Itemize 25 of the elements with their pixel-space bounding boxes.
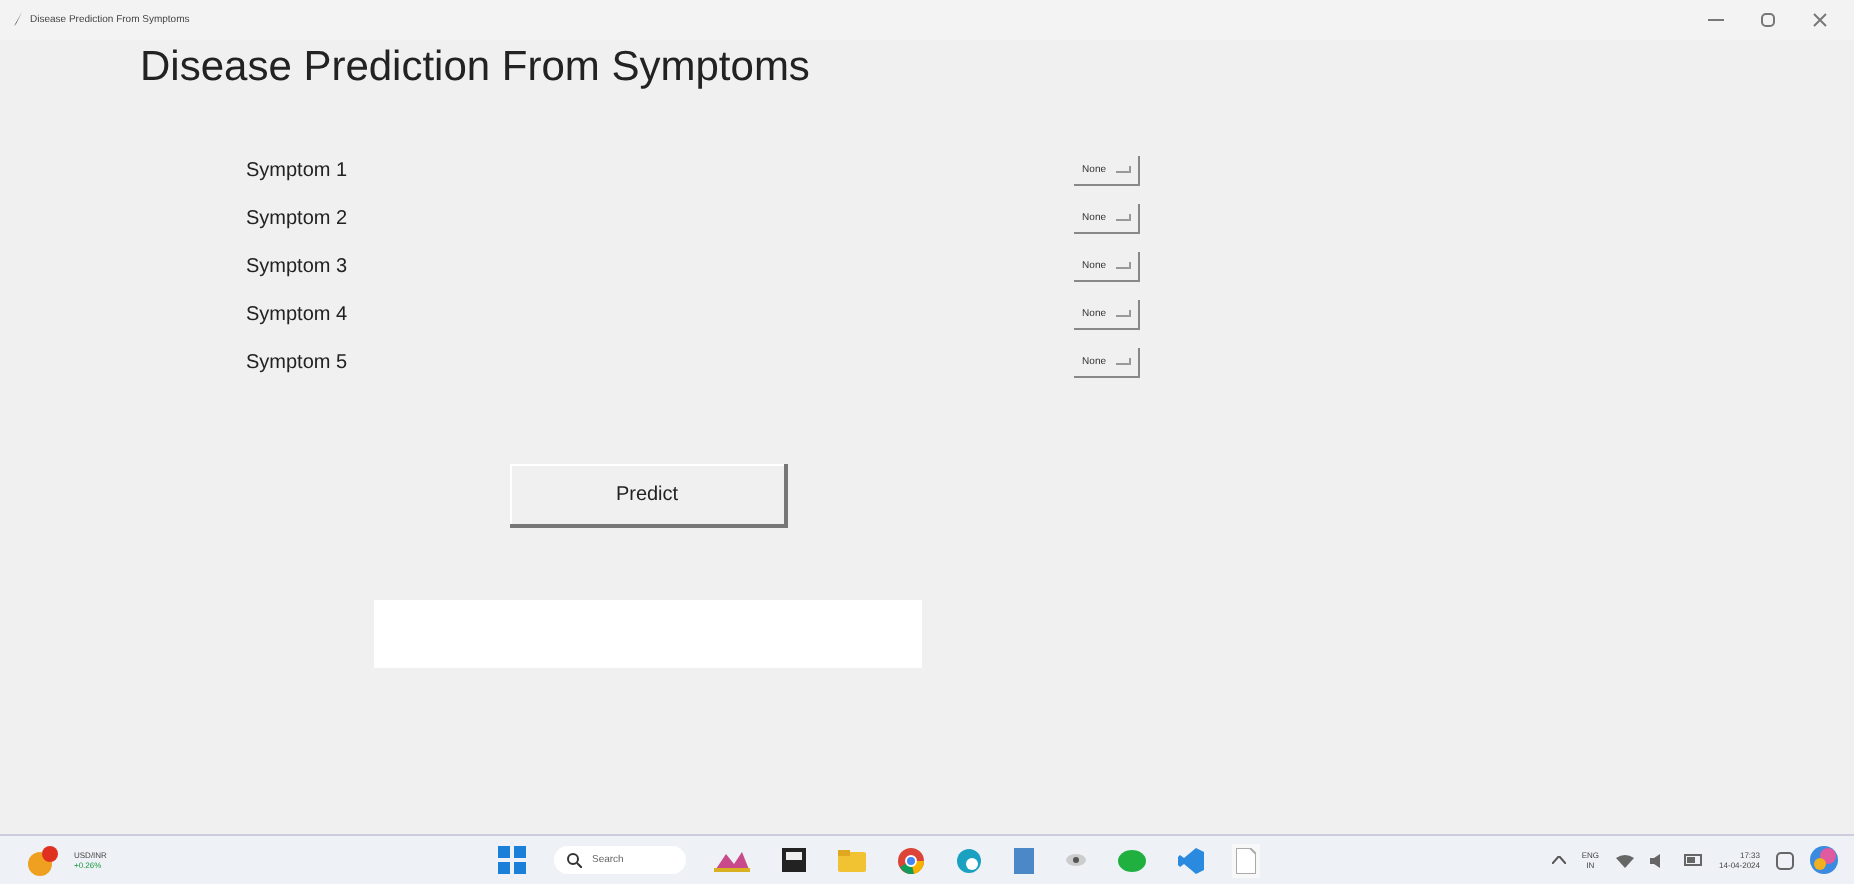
dropdown-icon — [1116, 357, 1132, 365]
maximize-icon[interactable] — [1760, 12, 1776, 28]
search-icon — [566, 852, 582, 868]
chat-icon[interactable] — [1114, 845, 1150, 875]
close-icon[interactable] — [1812, 12, 1828, 28]
eye-icon[interactable] — [1062, 848, 1090, 872]
dropdown-icon — [1116, 261, 1132, 269]
symptom-label: Symptom 3 — [246, 255, 348, 277]
battery-icon[interactable] — [1683, 854, 1704, 866]
start-icon[interactable] — [494, 842, 530, 878]
file-icon[interactable] — [1232, 843, 1260, 877]
predict-button[interactable]: Predict — [510, 464, 788, 528]
dropdown-icon — [1116, 309, 1132, 317]
copilot-icon[interactable] — [1810, 846, 1838, 874]
document-icon[interactable] — [1010, 843, 1038, 877]
notification-icon[interactable] — [1776, 851, 1794, 869]
symptom-label: Symptom 5 — [246, 351, 348, 373]
dropdown-icon — [1116, 213, 1132, 221]
wifi-icon[interactable] — [1615, 853, 1634, 867]
dropdown-icon — [1116, 165, 1132, 173]
app-heading: Disease Prediction From Symptoms — [140, 44, 812, 94]
symptom-label: Symptom 1 — [246, 159, 348, 181]
chevron-icon[interactable] — [1551, 856, 1566, 864]
symptom-label: Symptom 2 — [246, 207, 348, 229]
symptom-label: Symptom 4 — [246, 303, 348, 325]
